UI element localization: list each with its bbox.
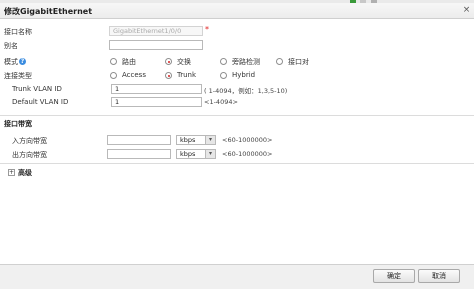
trunk-vlan-label: Trunk VLAN ID: [12, 85, 62, 93]
link-trunk-label: Trunk: [177, 71, 197, 79]
outbound-unit-select[interactable]: kbps ▾: [176, 149, 216, 159]
mode-interface-pair-radio[interactable]: [276, 58, 283, 65]
alias-label: 别名: [4, 42, 18, 50]
dialog-title: 修改GigabitEthernet: [4, 7, 93, 16]
default-vlan-hint: <1-4094>: [204, 98, 238, 106]
chevron-down-icon: ▾: [205, 136, 215, 144]
expand-icon[interactable]: +: [8, 169, 15, 176]
alias-input[interactable]: [109, 40, 203, 50]
link-hybrid-label: Hybrid: [232, 71, 256, 79]
close-icon[interactable]: ×: [461, 5, 472, 16]
required-mark: *: [205, 25, 209, 34]
interface-name-field: GigabitEthernet1/0/0: [109, 26, 203, 36]
inbound-unit-select[interactable]: kbps ▾: [176, 135, 216, 145]
section-divider: [0, 163, 474, 164]
inbound-bandwidth-input[interactable]: [107, 135, 171, 145]
outbound-bandwidth-input[interactable]: [107, 149, 171, 159]
default-vlan-label: Default VLAN ID: [12, 98, 69, 106]
mode-label: 模式: [4, 58, 18, 66]
section-divider: [0, 115, 474, 116]
link-type-label: 连接类型: [4, 72, 32, 80]
inbound-bandwidth-label: 入方向带宽: [12, 137, 47, 145]
cancel-button[interactable]: 取消: [418, 269, 460, 283]
default-vlan-input[interactable]: 1: [111, 97, 202, 107]
mode-bypass-radio[interactable]: [220, 58, 227, 65]
outbound-unit-value: kbps: [180, 150, 196, 158]
dialog-title-bar[interactable]: 修改GigabitEthernet ×: [0, 3, 474, 19]
chevron-down-icon: ▾: [205, 150, 215, 158]
ok-button[interactable]: 确定: [373, 269, 415, 283]
inbound-bandwidth-hint: <60-1000000>: [222, 136, 273, 144]
link-trunk-radio[interactable]: [165, 72, 172, 79]
trunk-vlan-input[interactable]: 1: [111, 84, 202, 94]
mode-routing-label: 路由: [122, 58, 136, 66]
interface-name-label: 接口名称: [4, 28, 32, 36]
link-access-radio[interactable]: [110, 72, 117, 79]
outbound-bandwidth-label: 出方向带宽: [12, 151, 47, 159]
mode-bypass-label: 旁路检测: [232, 58, 260, 66]
bandwidth-section-title: 接口带宽: [4, 120, 32, 128]
mode-interface-pair-label: 接口对: [288, 58, 309, 66]
help-icon[interactable]: ?: [19, 58, 26, 65]
link-hybrid-radio[interactable]: [220, 72, 227, 79]
outbound-bandwidth-hint: <60-1000000>: [222, 150, 273, 158]
trunk-vlan-hint: ( 1-4094，例如：1,3,5-10): [204, 87, 288, 95]
dialog-footer: 确定 取消: [0, 264, 474, 289]
advanced-section-toggle[interactable]: 高级: [18, 168, 32, 178]
inbound-unit-value: kbps: [180, 136, 196, 144]
mode-routing-radio[interactable]: [110, 58, 117, 65]
mode-switching-radio[interactable]: [165, 58, 172, 65]
link-access-label: Access: [122, 71, 146, 79]
mode-switching-label: 交换: [177, 58, 191, 66]
